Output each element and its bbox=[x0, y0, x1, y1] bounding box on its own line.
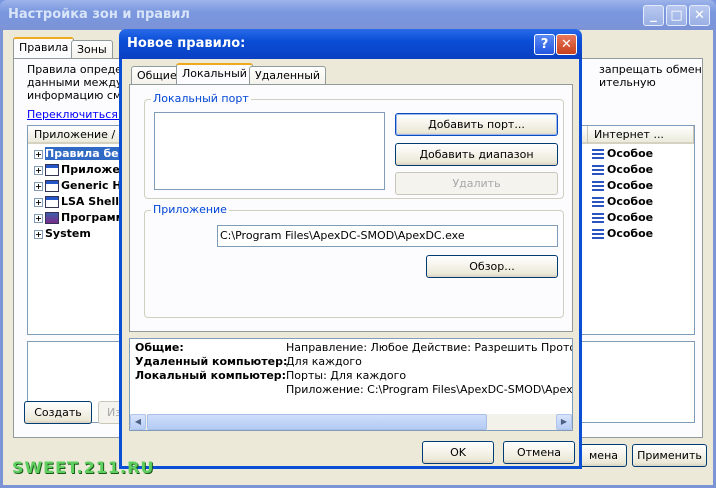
cell-value: Особое bbox=[607, 195, 654, 208]
maximize-icon[interactable]: □ bbox=[666, 5, 687, 26]
tab-rules[interactable]: Правила bbox=[13, 37, 75, 59]
window-icon bbox=[45, 180, 59, 192]
row-label: Программ bbox=[61, 211, 125, 224]
cancel-button[interactable]: Отмена bbox=[503, 441, 575, 464]
row-label: System bbox=[45, 227, 91, 240]
list-item[interactable]: + Приложен bbox=[34, 162, 127, 178]
tab-remote[interactable]: Удаленный bbox=[249, 66, 327, 85]
window-icon bbox=[45, 196, 59, 208]
tab-zones[interactable]: Зоны bbox=[71, 40, 113, 59]
lines-icon bbox=[592, 213, 604, 223]
internet-cell: Особое bbox=[592, 210, 653, 226]
back-window-titlebar[interactable]: Настройка зон и правил _ □ ✕ bbox=[0, 0, 716, 30]
dialog-title: Новое правило: bbox=[127, 36, 246, 51]
list-item[interactable]: + Программ bbox=[34, 210, 125, 226]
expand-icon[interactable]: + bbox=[34, 165, 43, 175]
scroll-thumb[interactable] bbox=[147, 414, 487, 430]
app-group-title: Приложение bbox=[151, 203, 229, 216]
help-icon[interactable]: ? bbox=[534, 34, 555, 55]
list-item[interactable]: + Правила без bbox=[34, 146, 126, 162]
internet-cell: Особое bbox=[592, 226, 653, 242]
port-list[interactable] bbox=[154, 112, 385, 190]
lines-icon bbox=[592, 197, 604, 207]
create-button[interactable]: Создать bbox=[24, 401, 92, 424]
summary-box: Общие: Направление: Любое Действие: Разр… bbox=[129, 338, 573, 431]
summary-key-1: Общие: bbox=[135, 341, 184, 354]
description-right-1: запрещать обмен bbox=[599, 63, 702, 76]
app-group: Приложение C:\Program Files\ApexDC-SMOD\… bbox=[144, 203, 564, 318]
list-item[interactable]: + LSA Shell ( bbox=[34, 194, 128, 210]
back-window-title: Настройка зон и правил bbox=[8, 7, 190, 22]
summary-value-3: Порты: Для каждого bbox=[286, 369, 407, 382]
switch-view-link[interactable]: Переключиться в bbox=[27, 108, 128, 121]
internet-cell: Особое bbox=[592, 162, 653, 178]
cell-value: Особое bbox=[607, 147, 654, 160]
lines-icon bbox=[592, 149, 604, 159]
local-port-group-title: Локальный порт bbox=[151, 92, 251, 105]
list-item[interactable]: + System bbox=[34, 226, 91, 242]
summary-key-2: Удаленный компьютер: bbox=[135, 355, 288, 368]
internet-cell: Особое bbox=[592, 178, 653, 194]
expand-icon[interactable]: + bbox=[34, 213, 43, 223]
tab-general[interactable]: Общие bbox=[131, 66, 183, 85]
description-text: информацию см. bbox=[27, 89, 125, 102]
local-port-group: Локальный порт Добавить порт... Добавить… bbox=[144, 92, 564, 199]
cell-value: Особое bbox=[607, 227, 654, 240]
column-header-internet[interactable]: Интернет ... bbox=[588, 126, 694, 144]
summary-value-1: Направление: Любое Действие: Разрешить П… bbox=[286, 341, 573, 354]
row-label: LSA Shell ( bbox=[61, 195, 128, 208]
summary-value-4: Приложение: C:\Program Files\ApexDC-SMOD… bbox=[286, 383, 573, 396]
dialog-body: Общие Локальный Удаленный Локальный порт… bbox=[119, 59, 582, 469]
scroll-left-icon[interactable]: ◀ bbox=[130, 414, 146, 430]
cell-value: Особое bbox=[607, 179, 654, 192]
add-port-button[interactable]: Добавить порт... bbox=[395, 113, 558, 136]
description-right-2: ительную bbox=[599, 76, 656, 89]
browse-button[interactable]: Обзор... bbox=[426, 255, 558, 278]
watermark: SWEET.211.RU bbox=[12, 458, 155, 477]
cell-value: Особое bbox=[607, 163, 654, 176]
expand-icon[interactable]: + bbox=[34, 229, 43, 239]
row-label: Приложен bbox=[61, 163, 128, 176]
program-icon bbox=[45, 212, 59, 224]
scroll-right-icon[interactable]: ▶ bbox=[556, 414, 572, 430]
apply-button[interactable]: Применить bbox=[632, 444, 707, 467]
row-label: Правила без bbox=[45, 147, 126, 160]
delete-button[interactable]: Удалить bbox=[395, 172, 558, 195]
dialog-titlebar[interactable]: Новое правило: ? ✕ bbox=[119, 29, 582, 59]
lines-icon bbox=[592, 181, 604, 191]
close-icon[interactable]: ✕ bbox=[556, 34, 577, 55]
minimize-icon[interactable]: _ bbox=[643, 5, 664, 26]
summary-value-2: Для каждого bbox=[286, 355, 362, 368]
expand-icon[interactable]: + bbox=[34, 181, 43, 191]
summary-key-3: Локальный компьютер: bbox=[135, 369, 287, 382]
ok-button[interactable]: OK bbox=[422, 441, 494, 464]
lines-icon bbox=[592, 229, 604, 239]
expand-icon[interactable]: + bbox=[34, 149, 43, 159]
cell-value: Особое bbox=[607, 211, 654, 224]
internet-cell: Особое bbox=[592, 194, 653, 210]
list-item[interactable]: + Generic Ho bbox=[34, 178, 129, 194]
local-tab-panel: Локальный порт Добавить порт... Добавить… bbox=[129, 84, 573, 332]
add-port-range-button[interactable]: Добавить диапазон портов... bbox=[395, 143, 558, 182]
tab-local[interactable]: Локальный bbox=[176, 63, 253, 85]
lines-icon bbox=[592, 165, 604, 175]
horizontal-scrollbar[interactable]: ◀ ▶ bbox=[130, 414, 572, 430]
window-icon bbox=[45, 164, 59, 176]
new-rule-dialog: Новое правило: ? ✕ Общие Локальный Удале… bbox=[119, 29, 582, 469]
internet-cell: Особое bbox=[592, 146, 653, 162]
app-path-field[interactable]: C:\Program Files\ApexDC-SMOD\ApexDC.exe bbox=[217, 225, 558, 247]
app-path-value: C:\Program Files\ApexDC-SMOD\ApexDC.exe bbox=[220, 229, 465, 242]
expand-icon[interactable]: + bbox=[34, 197, 43, 207]
close-icon[interactable]: ✕ bbox=[689, 5, 710, 26]
